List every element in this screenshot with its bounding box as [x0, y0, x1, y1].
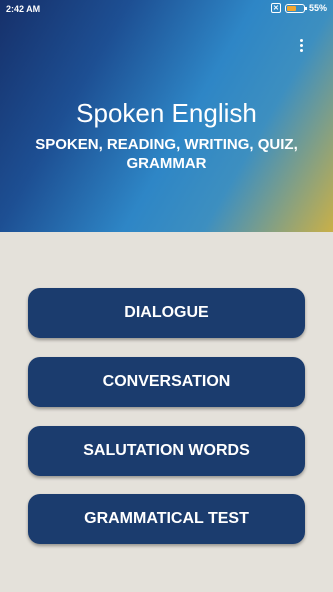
status-time: 2:42 AM — [6, 4, 41, 14]
app-title: Spoken English — [76, 98, 257, 128]
status-bar: 2:42 AM ✕ 55% — [0, 0, 333, 18]
status-icons: ✕ 55% — [270, 3, 327, 13]
salutation-words-button[interactable]: SALUTATION WORDS — [28, 426, 305, 476]
conversation-button[interactable]: CONVERSATION — [28, 357, 305, 407]
battery-level — [286, 5, 296, 11]
grammatical-test-button[interactable]: GRAMMATICAL TEST — [28, 494, 305, 544]
sim-icon: ✕ — [270, 3, 281, 13]
app-subtitle: SPOKEN, READING, WRITING, QUIZ, GRAMMAR — [35, 136, 298, 172]
overflow-menu-icon[interactable] — [300, 39, 304, 55]
header-banner: 2:42 AM ✕ 55% Spoken English SPOKEN, REA… — [0, 0, 333, 232]
battery-icon — [284, 3, 307, 13]
dialogue-button[interactable]: DIALOGUE — [28, 288, 305, 338]
battery-percent: 55% — [308, 3, 327, 13]
